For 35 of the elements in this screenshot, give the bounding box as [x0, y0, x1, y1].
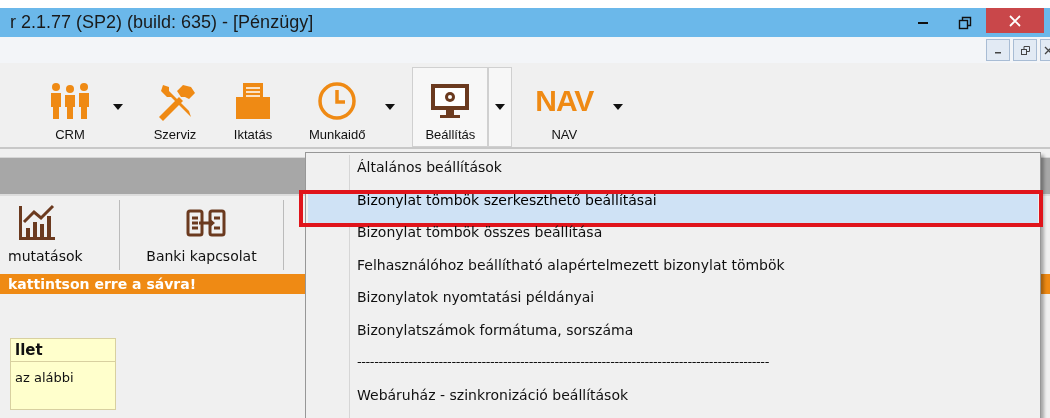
menu-item[interactable]: Webáruház - szinkronizáció beállítások — [308, 386, 1038, 418]
logo-text: NAV — [535, 84, 594, 118]
toolbar-button[interactable]: Szerviz — [140, 67, 210, 147]
dropdown-button[interactable] — [488, 67, 513, 147]
module-button[interactable]: Banki kapcsolat — [120, 200, 284, 270]
caret-icon — [495, 104, 506, 110]
menu-item[interactable]: Bizonylat tömbök összes beállítása — [308, 224, 1038, 257]
restore-button[interactable] — [1013, 39, 1037, 61]
menu-item[interactable]: Bizonylatok nyomtatási példányai — [308, 289, 1038, 322]
menu-item[interactable]: Bizonylatszámok formátuma, sorszáma — [308, 321, 1038, 354]
window-title: r 2.1.77 (SP2) (build: 635) - [Pénzügy] — [9, 12, 314, 33]
module-button[interactable]: mutatások — [0, 200, 120, 270]
close-icon — [1008, 13, 1022, 28]
caret-icon — [385, 104, 396, 110]
transfer-icon — [184, 208, 227, 238]
toolbar-button[interactable]: Munkaidő — [296, 67, 379, 147]
toolbar-button[interactable]: Iktatás — [220, 67, 286, 147]
restore-icon — [1020, 45, 1030, 55]
menu-item[interactable]: Általános beállítások — [308, 159, 1038, 192]
chart-icon — [16, 202, 58, 242]
clock-icon — [316, 80, 359, 122]
panel-text: az alábbi — [14, 369, 75, 387]
toolbar-button[interactable]: CRM — [34, 67, 106, 147]
folder-icon — [233, 81, 273, 121]
toolbar-button[interactable]: Beállítás — [412, 67, 489, 147]
close-button[interactable] — [986, 8, 1044, 33]
toolbar-button[interactable]: NAV NAV — [522, 67, 607, 147]
restore-icon — [958, 15, 972, 30]
menu-separator: ------------------------------------------------------------------------------------------------ — [356, 354, 770, 371]
menu-item[interactable]: Felhasználóhoz beállítható alapértelmezett bizonylat tömbök — [308, 256, 1038, 289]
caret-icon — [613, 104, 624, 110]
caret-icon — [113, 104, 123, 110]
panel-title: llet — [11, 339, 115, 362]
close-icon — [1043, 45, 1050, 55]
minimize-icon — [918, 21, 928, 24]
